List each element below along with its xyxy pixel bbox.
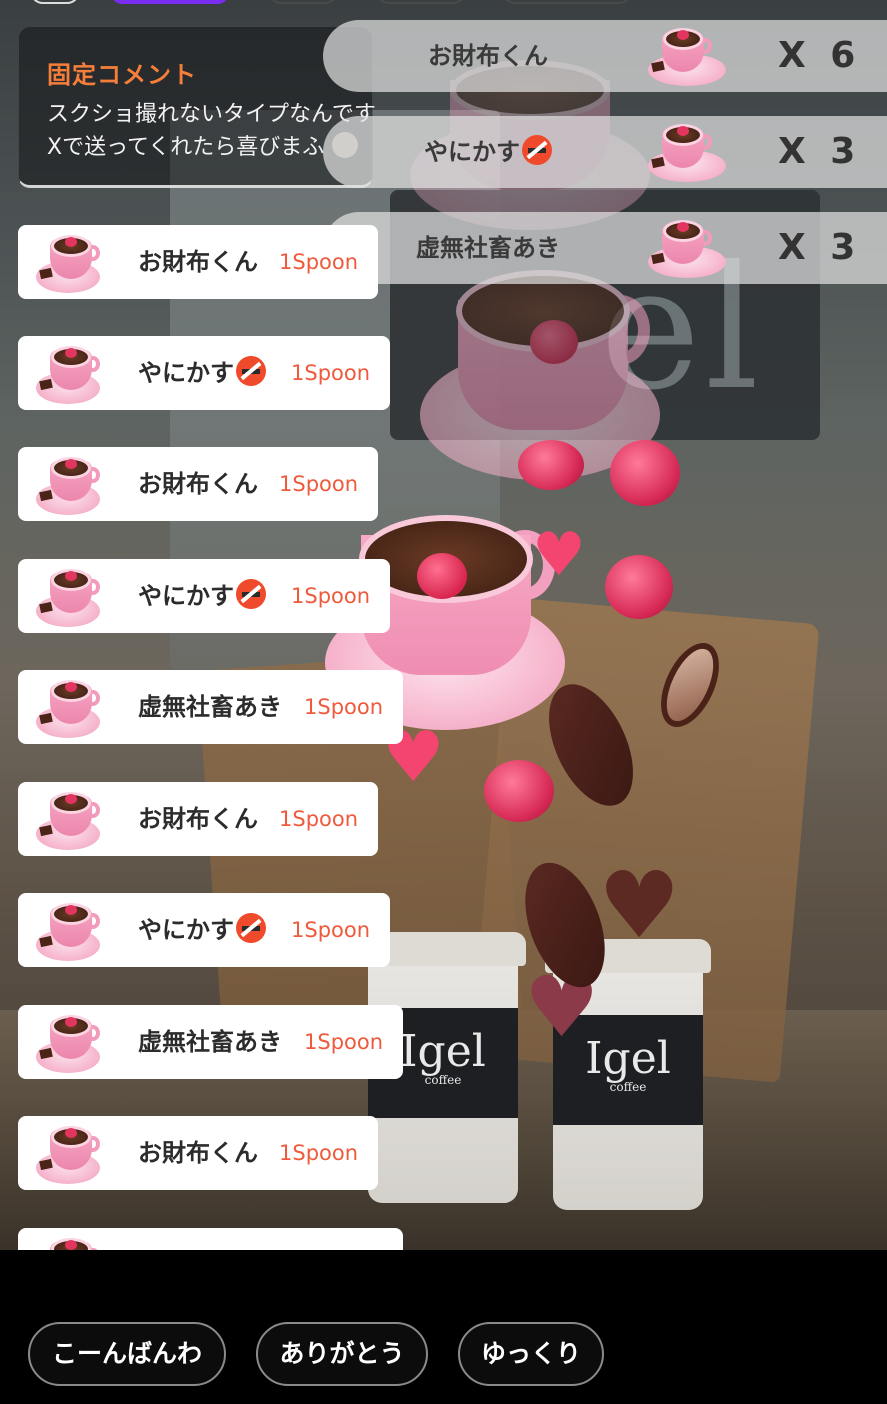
coffee-cup-left: Igel coffee [360, 932, 526, 1203]
coffee-cup-gift-icon [36, 1122, 100, 1184]
quick-reply-chip-arigatou[interactable]: ありがとう [256, 1322, 428, 1386]
coffee-cup-gift-icon [648, 24, 726, 88]
raspberry-decoration [605, 555, 673, 619]
gift-sender-name: やにかす [138, 336, 266, 410]
combo-sender-name: お財布くん [428, 42, 548, 70]
gift-amount: 1Spoon [279, 807, 359, 831]
heart-decoration: ♥ [598, 852, 681, 959]
combo-count: X 3 [778, 131, 862, 172]
gift-feed-item[interactable]: 虚無社畜あき 1Spoon [18, 1005, 403, 1079]
gift-sender-name: 虚無社畜あき [138, 1028, 282, 1056]
heart-decoration: ♥ [532, 520, 586, 590]
gift-amount: 1Spoon [279, 1141, 359, 1165]
gift-amount: 1Spoon [279, 472, 359, 496]
gift-feed-item[interactable]: お財布くん 1Spoon [18, 447, 378, 521]
gift-sender-name: やにかす [138, 893, 266, 967]
top-tab-partial[interactable] [376, 0, 466, 4]
top-tab-active-partial[interactable] [110, 0, 230, 4]
raspberry-decoration [610, 440, 680, 506]
coffee-cup-gift-icon [36, 453, 100, 515]
gift-amount: 1Spoon [291, 584, 371, 608]
coffee-cup-gift-icon [36, 788, 100, 850]
coffee-cup-gift-icon [36, 676, 100, 738]
gift-feed-item[interactable]: 虚無社畜あき 1Spoon [18, 670, 403, 744]
gift-feed-item[interactable]: やにかす 1Spoon [18, 336, 390, 410]
coffee-cup-gift-icon [36, 231, 100, 293]
coffee-cup-gift-icon [648, 120, 726, 184]
no-smoking-icon [522, 135, 552, 165]
combo-count: X 6 [778, 35, 862, 76]
no-smoking-icon [236, 356, 266, 386]
quick-reply-chip-konbanwa[interactable]: こーんばんわ [28, 1322, 226, 1386]
combo-sender-name: やにかす [323, 116, 653, 188]
gift-amount: 1Spoon [304, 695, 384, 719]
gift-feed-item[interactable]: お財布くん 1Spoon [18, 782, 378, 856]
gift-feed-item[interactable]: やにかす 1Spoon [18, 893, 390, 967]
quick-reply-chip-yukkuri[interactable]: ゆっくり [458, 1322, 604, 1386]
no-smoking-icon [236, 579, 266, 609]
gift-amount: 1Spoon [291, 918, 371, 942]
no-smoking-icon [236, 913, 266, 943]
gift-feed-item[interactable]: お財布くん 1Spoon [18, 1116, 378, 1190]
coffee-cup-gift-icon [36, 565, 100, 627]
quick-reply-bar: こーんばんわ ありがとう ゆっくり [0, 1250, 887, 1404]
gift-feed-item[interactable]: やにかす 1Spoon [18, 559, 390, 633]
gift-sender-name: お財布くん [138, 470, 258, 498]
gift-combo-banner: お財布くん X 6 [323, 20, 887, 92]
gift-sender-name: 虚無社畜あき [138, 693, 282, 721]
gift-feed-item[interactable]: お財布くん 1Spoon [18, 225, 378, 299]
gift-sender-name: お財布くん [138, 805, 258, 833]
coffee-cup-gift-icon [36, 342, 100, 404]
gift-amount: 1Spoon [304, 1030, 384, 1054]
gift-sender-name: お財布くん [138, 248, 258, 276]
coffee-cup-gift-icon [648, 216, 726, 280]
coffee-cup-gift-icon [36, 1011, 100, 1073]
gift-sender-name: お財布くん [138, 1139, 258, 1167]
gift-amount: 1Spoon [291, 361, 371, 385]
gift-sender-name: やにかす [138, 559, 266, 633]
pinned-comment[interactable]: 固定コメント スクショ撮れないタイプなんです Xで送ってくれたら喜びまふ [18, 26, 376, 188]
raspberry-decoration [518, 440, 584, 490]
gift-amount: 1Spoon [279, 250, 359, 274]
coffee-cup-gift-icon [36, 899, 100, 961]
top-tab-partial[interactable] [268, 0, 338, 4]
gift-combo-banner: 虚無社畜あき X 3 [323, 212, 887, 284]
combo-count: X 3 [778, 227, 862, 268]
gift-combo-banner: やにかす X 3 [323, 116, 887, 188]
top-tab-partial[interactable] [502, 0, 632, 4]
raspberry-decoration [484, 760, 554, 822]
